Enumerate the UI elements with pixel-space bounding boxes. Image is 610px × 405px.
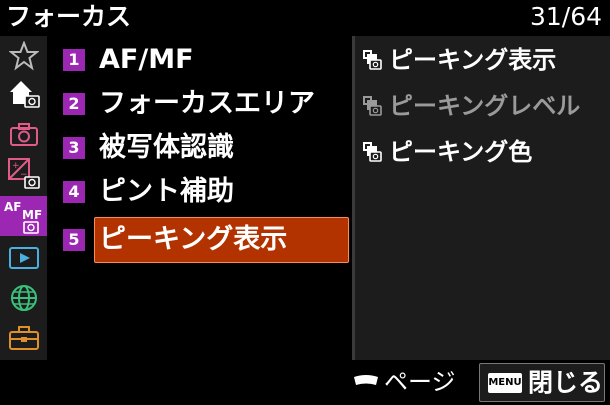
sidebar-tab-exposure[interactable]: + − xyxy=(0,156,47,192)
menu-item-focus-assist[interactable]: 4 ピント補助 xyxy=(47,170,352,214)
page-hint-label: ページ xyxy=(384,368,456,396)
playback-icon xyxy=(8,247,39,269)
menu-item-peaking-display[interactable]: 5 ピーキング表示 xyxy=(47,217,352,263)
focus-peaking-icon xyxy=(363,142,382,162)
submenu-item-peaking-display[interactable]: ピーキング表示 xyxy=(355,38,610,84)
close-label: 閉じる xyxy=(528,367,604,397)
submenu-item-label: ピーキング色 xyxy=(389,138,533,166)
focus-peaking-icon xyxy=(363,50,382,70)
sidebar-tab-main[interactable] xyxy=(0,76,47,112)
menu-item-number: 2 xyxy=(63,93,85,115)
menu-button-icon: MENU xyxy=(488,372,522,393)
submenu-item-peaking-color[interactable]: ピーキング色 xyxy=(355,130,610,176)
page-indicator: 31/64 xyxy=(529,2,602,31)
toolbox-icon xyxy=(8,326,39,350)
title-bar: フォーカス 31/64 xyxy=(0,0,610,36)
menu-item-label: ピント補助 xyxy=(99,176,234,207)
sidebar-tab-shooting[interactable] xyxy=(0,116,47,152)
page-title: フォーカス xyxy=(6,2,132,31)
sidebar-tab-playback[interactable] xyxy=(0,240,47,276)
control-wheel-icon xyxy=(354,375,378,385)
menu-item-label: フォーカスエリア xyxy=(99,88,315,119)
sidebar: + − AF MF xyxy=(0,36,47,360)
menu-item-subject-recognition[interactable]: 3 被写体認識 xyxy=(47,126,352,170)
submenu-item-label: ピーキング表示 xyxy=(389,46,557,74)
svg-text:MF: MF xyxy=(22,208,42,222)
close-button[interactable]: MENU 閉じる xyxy=(479,363,605,402)
menu-item-label: AF/MF xyxy=(99,44,194,75)
page-hint[interactable]: ページ xyxy=(352,367,456,397)
sidebar-tab-favorites[interactable] xyxy=(0,38,47,74)
menu-item-number: 5 xyxy=(63,229,85,251)
menu-item-label: ピーキング表示 xyxy=(99,224,288,255)
submenu-item-label: ピーキングレベル xyxy=(389,92,581,120)
camera-icon xyxy=(9,123,38,146)
submenu-panel: ピーキング表示 ピーキングレベル ピーキング色 xyxy=(355,36,610,360)
menu-item-number: 1 xyxy=(63,49,85,71)
menu-item-label: 被写体認識 xyxy=(99,132,234,163)
menu-list: 1 AF/MF 2 フォーカスエリア 3 被写体認識 4 ピント補助 5 ピーキ… xyxy=(47,36,352,360)
star-icon xyxy=(8,41,39,71)
focus-peaking-icon xyxy=(363,96,382,116)
menu-item-af-mf[interactable]: 1 AF/MF xyxy=(47,38,352,82)
menu-item-number: 4 xyxy=(63,181,85,203)
exposure-camera-icon: + − xyxy=(7,158,40,189)
af-mf-camera-icon: AF MF xyxy=(4,200,42,234)
bottom-bar: ページ MENU 閉じる xyxy=(0,360,610,405)
menu-item-number: 3 xyxy=(63,137,85,159)
svg-text:AF: AF xyxy=(4,200,21,214)
submenu-item-peaking-level[interactable]: ピーキングレベル xyxy=(355,84,610,130)
sidebar-tab-network[interactable] xyxy=(0,280,47,316)
network-globe-icon xyxy=(10,285,37,311)
sidebar-tab-af-mf[interactable]: AF MF xyxy=(0,196,47,236)
menu-item-focus-area[interactable]: 2 フォーカスエリア xyxy=(47,82,352,126)
home-camera-icon xyxy=(9,81,40,108)
svg-text:+: + xyxy=(12,161,20,171)
sidebar-tab-setup[interactable] xyxy=(0,320,47,356)
